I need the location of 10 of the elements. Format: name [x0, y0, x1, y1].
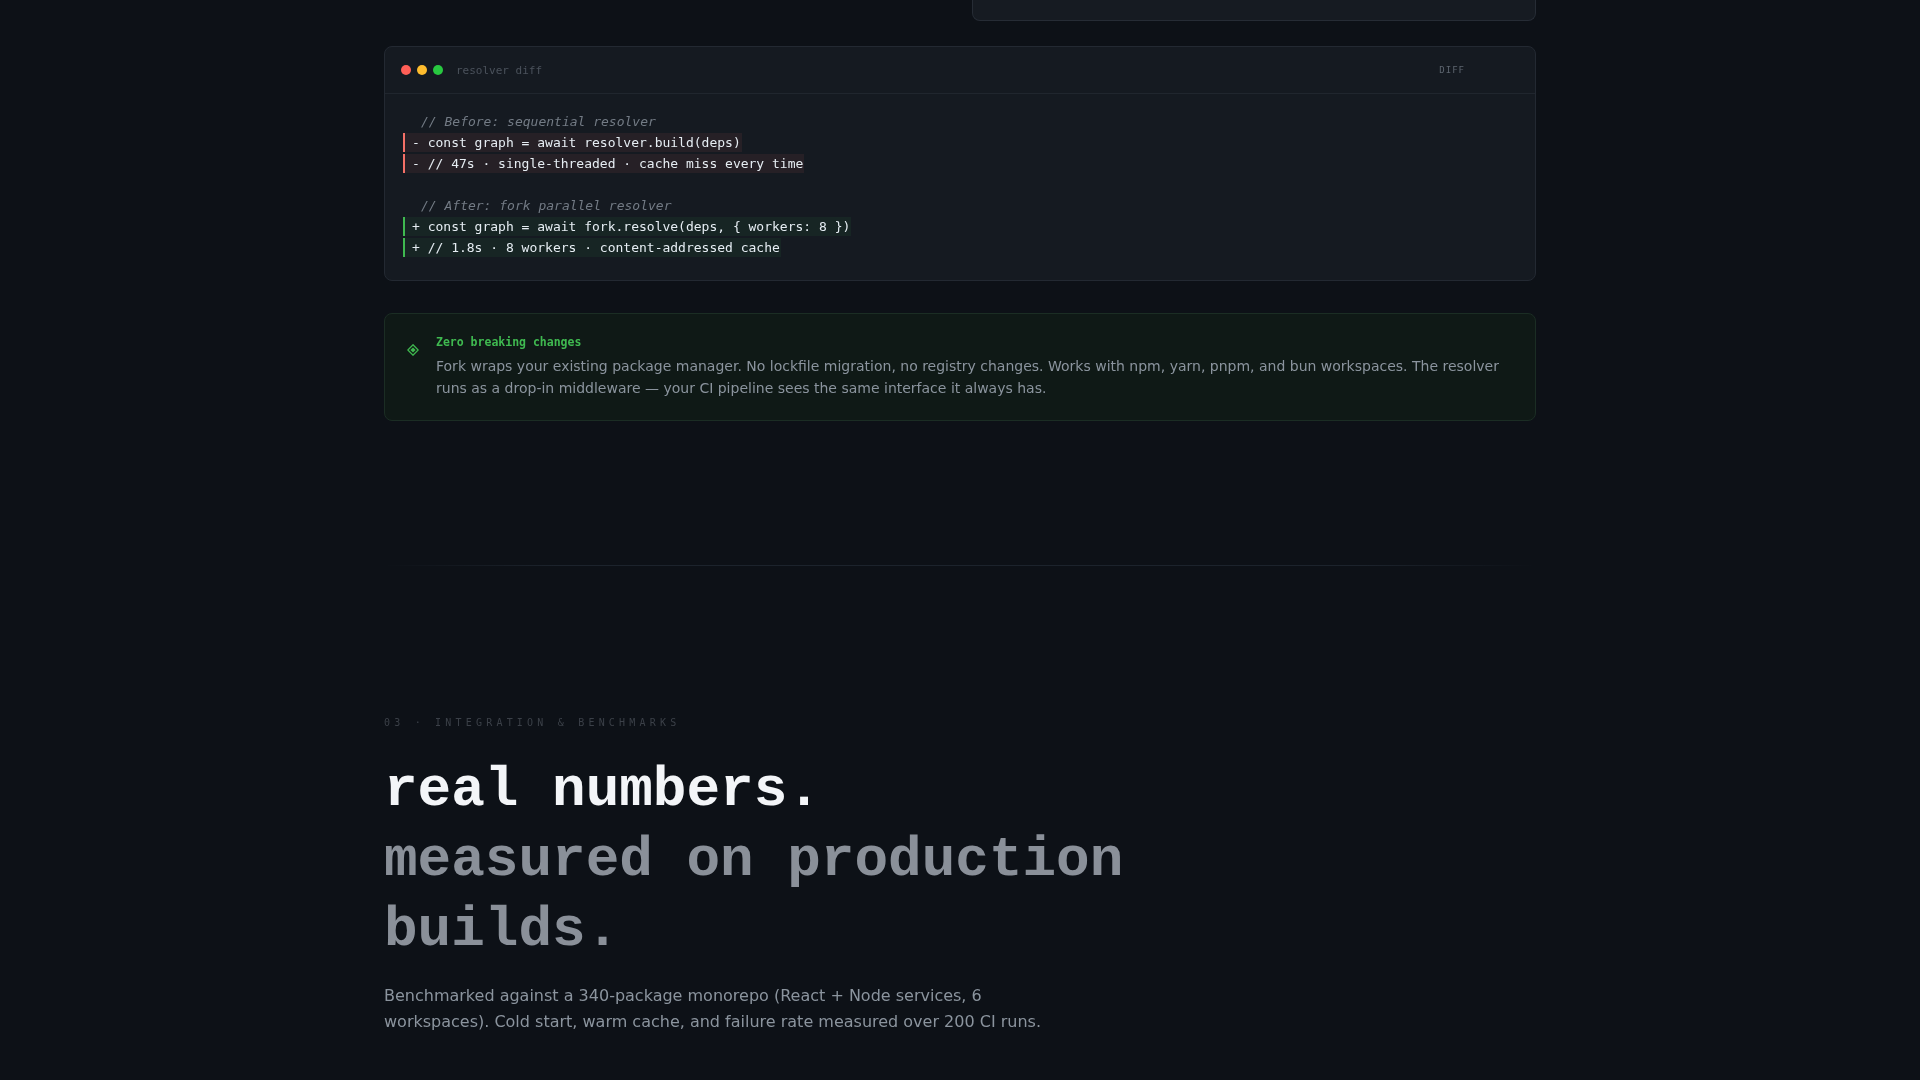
- panel-label: DIFF: [1439, 65, 1465, 75]
- callout-text: Fork wraps your existing package manager. No lockfile migration, no registry changes. Works with npm, yarn, pnpm, and bun workspaces. The resolver runs as a drop-in middleware — your CI pipeline sees the same interface it always has.: [436, 357, 1500, 398]
- diamond-icon: [407, 344, 419, 356]
- code-comment: // Before: sequential resolver: [420, 113, 656, 131]
- code-comment: // After: fork parallel resolver: [420, 197, 672, 215]
- callout-title: Zero breaking changes: [436, 334, 582, 350]
- panel-title: resolver diff: [456, 63, 543, 77]
- section-subheading: measured on production builds.: [384, 827, 1125, 964]
- section-heading: real numbers.: [384, 757, 822, 824]
- section-description: Benchmarked against a 340-package monorepo (React + Node services, 6 workspaces). Cold start, warm cache, and failure rate measured over 200 CI runs.: [384, 985, 1042, 1033]
